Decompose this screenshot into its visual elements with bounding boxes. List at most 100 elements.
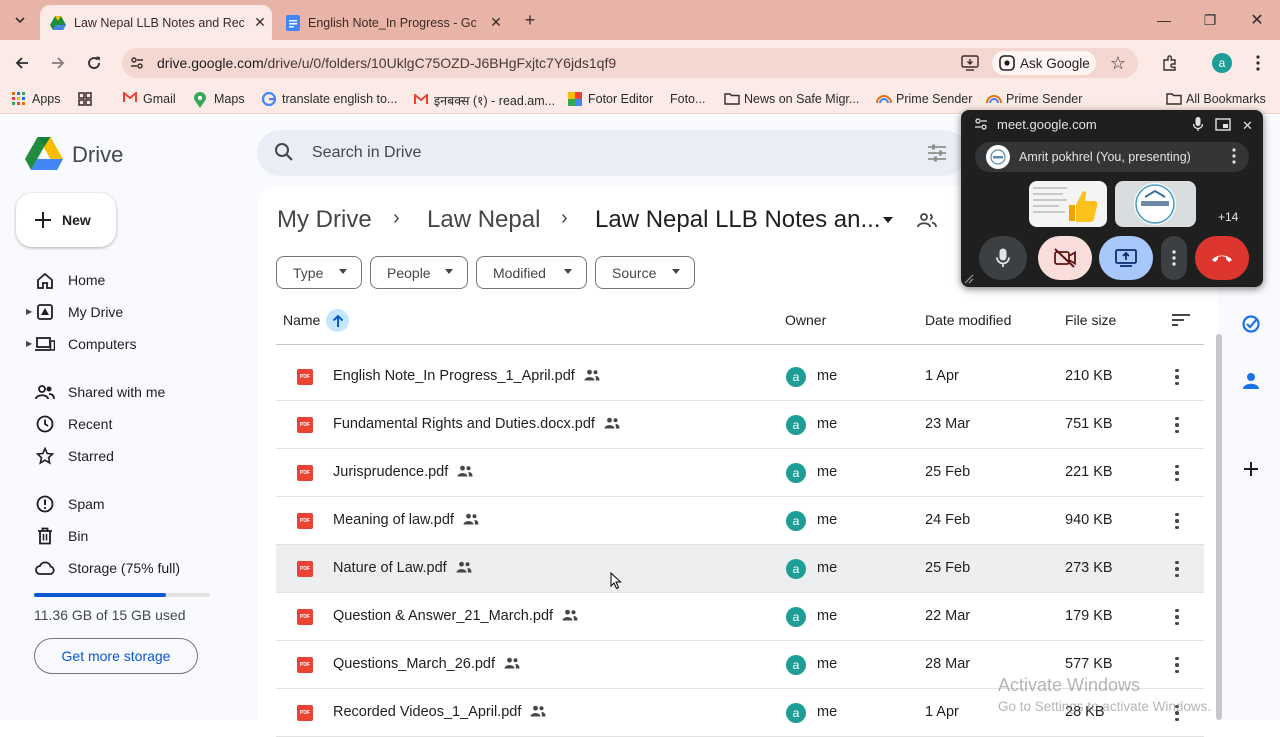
presenter-more-icon[interactable] xyxy=(1232,148,1236,164)
more-actions-icon[interactable] xyxy=(1173,511,1181,531)
filter-people[interactable]: People xyxy=(370,256,468,289)
nav-item-bin[interactable]: Bin xyxy=(22,522,88,550)
site-info-icon[interactable] xyxy=(127,53,147,73)
file-name[interactable]: Question & Answer_21_March.pdf xyxy=(333,608,553,624)
file-name[interactable]: English Note_In Progress_1_April.pdf xyxy=(333,368,575,384)
column-header-owner[interactable]: Owner xyxy=(785,312,826,328)
present-screen-button[interactable] xyxy=(1099,236,1153,280)
sort-ascending-icon[interactable] xyxy=(326,309,349,332)
table-row[interactable]: PDF Question & Answer_21_March.pdf a me 22 M… xyxy=(276,593,1204,641)
bookmark-prime-sender[interactable]: Prime Sender xyxy=(876,92,972,106)
bookmark-star-icon[interactable]: ☆ xyxy=(1108,53,1128,73)
table-row[interactable]: PDF Meaning of law.pdf a me 24 Feb 940 KB xyxy=(276,497,1204,545)
profile-avatar[interactable]: a xyxy=(1212,53,1232,73)
bookmark-gmail[interactable]: Gmail xyxy=(123,92,176,106)
breadcrumb-current-folder[interactable]: Law Nepal LLB Notes an... xyxy=(595,206,881,234)
tab-search-button[interactable] xyxy=(8,8,32,32)
bookmark-news-folder[interactable]: News on Safe Migr... xyxy=(724,92,859,106)
close-tab-icon[interactable]: ✕ xyxy=(252,14,268,31)
nav-item-storage[interactable]: Storage (75% full) xyxy=(22,554,180,582)
minimize-icon[interactable]: — xyxy=(1154,10,1174,30)
breadcrumb-my-drive[interactable]: My Drive xyxy=(277,206,372,234)
more-participants-count[interactable]: +14 xyxy=(1218,210,1238,224)
reload-button[interactable] xyxy=(84,53,104,73)
new-button[interactable]: New xyxy=(16,193,116,247)
microphone-small-icon[interactable] xyxy=(1193,117,1203,131)
camera-off-button[interactable] xyxy=(1038,236,1092,280)
ask-google-button[interactable]: Ask Google xyxy=(992,51,1096,75)
nav-item-starred[interactable]: Starred xyxy=(22,442,114,470)
shared-folder-icon[interactable] xyxy=(917,212,937,228)
search-input[interactable]: Search in Drive xyxy=(312,144,421,162)
resize-handle-icon[interactable] xyxy=(964,274,974,284)
new-tab-button[interactable]: + xyxy=(518,8,542,32)
file-name[interactable]: Recorded Videos_1_April.pdf xyxy=(333,704,521,720)
nav-item-home[interactable]: Home xyxy=(22,266,105,294)
breadcrumb-law-nepal[interactable]: Law Nepal xyxy=(427,206,540,234)
bookmark-grid[interactable] xyxy=(78,92,98,106)
file-name[interactable]: Questions_March_26.pdf xyxy=(333,656,495,672)
mic-button[interactable] xyxy=(979,236,1027,280)
close-tab-icon[interactable]: ✕ xyxy=(488,14,504,31)
filter-type[interactable]: Type xyxy=(276,256,362,289)
participant-tile-camera[interactable] xyxy=(1115,181,1196,227)
contacts-icon[interactable] xyxy=(1243,372,1259,390)
more-actions-icon[interactable] xyxy=(1173,607,1181,627)
bookmark-fotor-editor[interactable]: Fotor Editor xyxy=(568,92,653,106)
window-close-icon[interactable]: ✕ xyxy=(1247,10,1267,30)
column-header-file-size[interactable]: File size xyxy=(1065,312,1116,328)
file-name[interactable]: Meaning of law.pdf xyxy=(333,512,454,528)
nav-item-my-drive[interactable]: My Drive xyxy=(22,298,123,326)
nav-item-computers[interactable]: Computers xyxy=(22,330,136,358)
table-row[interactable]: PDF Fundamental Rights and Duties.docx.pd… xyxy=(276,401,1204,449)
table-row[interactable]: PDF English Note_In Progress_1_April.pdf a… xyxy=(276,353,1204,401)
site-settings-icon[interactable] xyxy=(974,118,988,130)
more-actions-icon[interactable] xyxy=(1173,367,1181,387)
restore-icon[interactable]: ❐ xyxy=(1200,10,1220,30)
forward-button[interactable] xyxy=(48,53,68,73)
participant-tile-thumbs-up[interactable] xyxy=(1029,181,1107,227)
tasks-icon[interactable] xyxy=(1241,314,1261,334)
get-more-storage-button[interactable]: Get more storage xyxy=(34,638,198,674)
bookmark-prime-sender[interactable]: Prime Sender xyxy=(986,92,1082,106)
column-header-name[interactable]: Name xyxy=(283,312,320,328)
more-actions-icon[interactable] xyxy=(1173,559,1181,579)
end-call-button[interactable] xyxy=(1195,236,1249,280)
back-to-tab-icon[interactable] xyxy=(1215,118,1231,131)
nav-item-shared-with-me[interactable]: Shared with me xyxy=(22,378,165,406)
nav-item-recent[interactable]: Recent xyxy=(22,410,112,438)
sort-options-icon[interactable] xyxy=(1171,313,1191,327)
pip-close-icon[interactable]: ✕ xyxy=(1242,118,1253,134)
more-actions-icon[interactable] xyxy=(1173,415,1181,435)
more-actions-icon[interactable] xyxy=(1173,463,1181,483)
add-addon-icon[interactable] xyxy=(1243,461,1259,477)
bookmark-all[interactable]: All Bookmarks xyxy=(1166,92,1266,106)
tab-drive[interactable]: Law Nepal LLB Notes and Reco ✕ xyxy=(40,5,272,40)
bookmark-apps[interactable]: Apps xyxy=(12,92,61,106)
file-name[interactable]: Fundamental Rights and Duties.docx.pdf xyxy=(333,416,595,432)
folder-menu-caret-icon[interactable] xyxy=(883,217,893,223)
nav-item-spam[interactable]: Spam xyxy=(22,490,105,518)
filter-modified[interactable]: Modified xyxy=(476,256,587,289)
bookmark-maps[interactable]: Maps xyxy=(194,92,245,108)
search-icon[interactable] xyxy=(274,142,294,162)
bookmark-inbox[interactable]: इनबक्स (१) - read.am... xyxy=(414,92,555,109)
column-header-date-modified[interactable]: Date modified xyxy=(925,312,1011,328)
bookmark-translate[interactable]: translate english to... xyxy=(262,92,397,106)
more-actions-icon[interactable] xyxy=(1173,655,1181,675)
filter-source[interactable]: Source xyxy=(595,256,695,289)
search-options-icon[interactable] xyxy=(927,144,947,162)
extensions-icon[interactable] xyxy=(1160,53,1180,73)
tab-docs[interactable]: English Note_In Progress - Goo ✕ xyxy=(276,5,512,40)
browser-menu-icon[interactable] xyxy=(1248,53,1268,73)
scrollbar[interactable] xyxy=(1216,334,1222,720)
back-button[interactable] xyxy=(12,53,32,73)
more-options-button[interactable] xyxy=(1161,236,1187,280)
file-name[interactable]: Nature of Law.pdf xyxy=(333,560,447,576)
file-name[interactable]: Jurisprudence.pdf xyxy=(333,464,448,480)
table-row[interactable]: PDF Jurisprudence.pdf a me 25 Feb 221 KB xyxy=(276,449,1204,497)
bookmark-foto[interactable]: Foto... xyxy=(670,92,705,106)
install-app-icon[interactable] xyxy=(960,53,980,73)
drive-logo-icon[interactable] xyxy=(25,137,63,170)
table-row[interactable]: PDF Nature of Law.pdf a me 25 Feb 273 KB xyxy=(276,545,1204,593)
